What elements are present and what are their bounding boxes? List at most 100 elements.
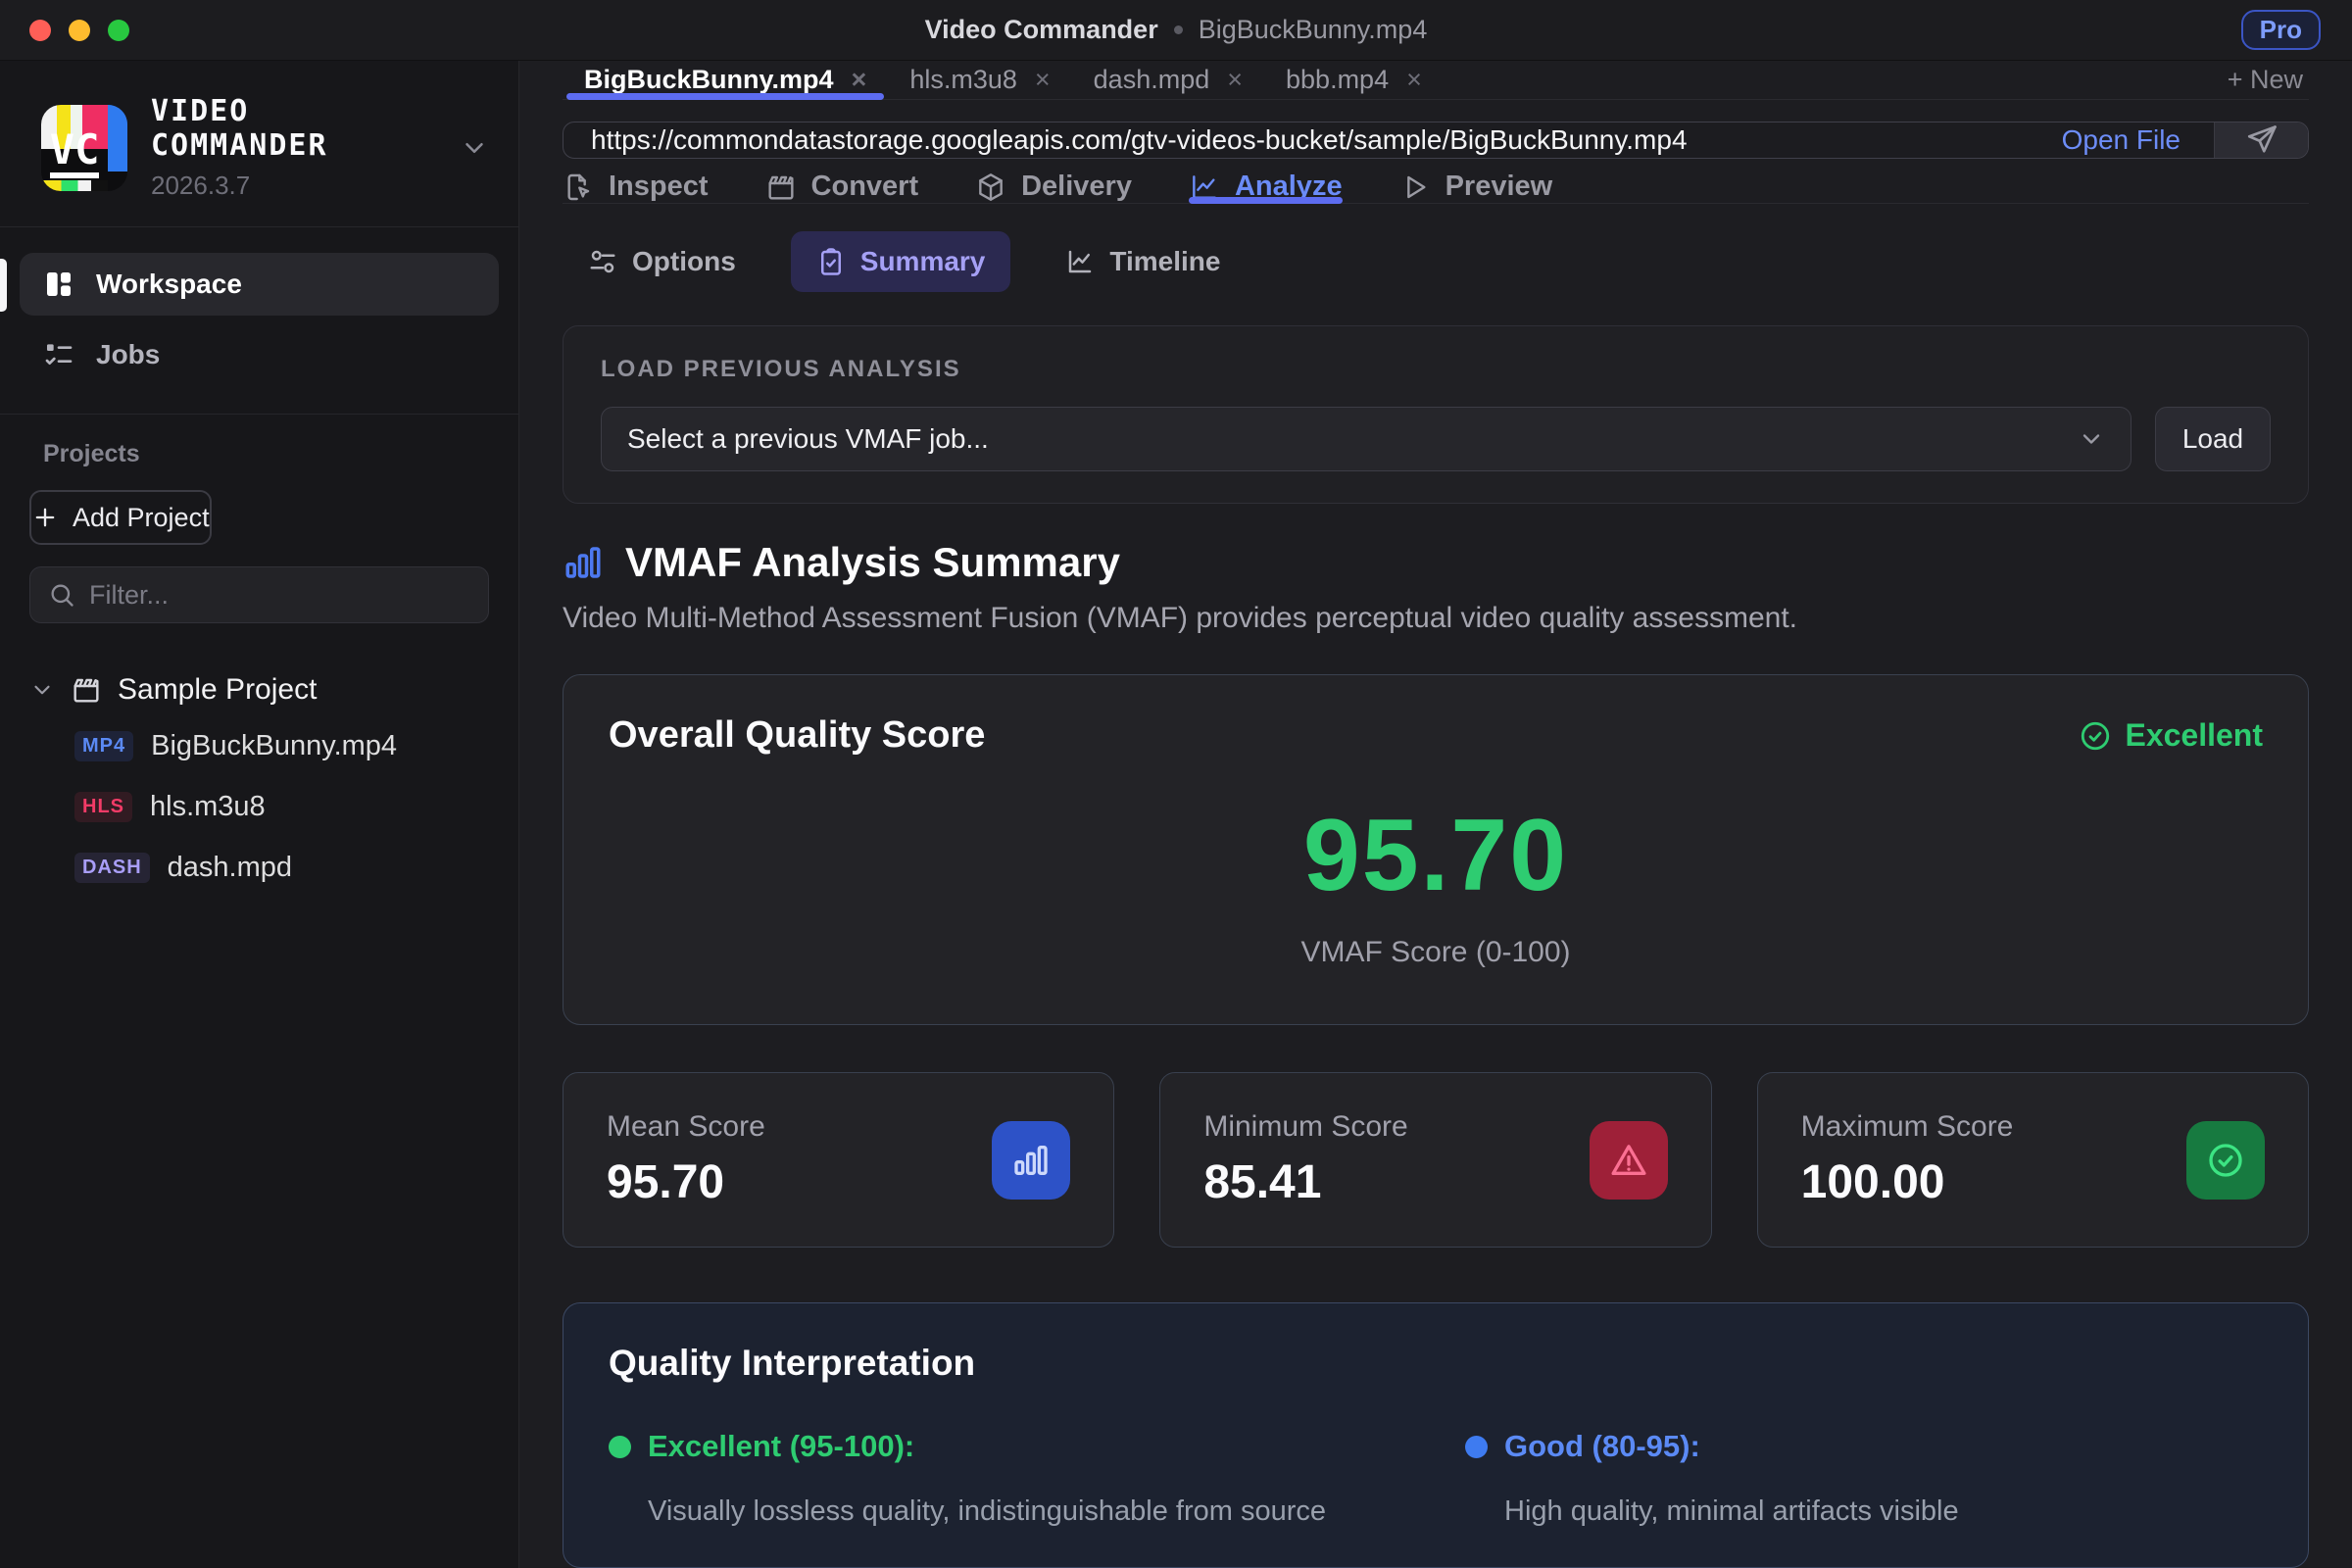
format-badge-hls: HLS [74, 792, 132, 822]
interpretation-item-good: Good (80-95): High quality, minimal arti… [1465, 1429, 2263, 1528]
dot-separator-icon [1174, 25, 1183, 34]
subtab-summary[interactable]: Summary [791, 231, 1011, 292]
close-tab-icon[interactable]: × [1227, 65, 1243, 95]
zoom-window-button[interactable] [108, 20, 129, 41]
vmaf-score-scale: VMAF Score (0-100) [609, 936, 2263, 969]
minimum-score-card: Minimum Score 85.41 [1159, 1072, 1711, 1248]
sidebar-item-jobs[interactable]: Jobs [20, 323, 499, 386]
tab-label: Delivery [1021, 171, 1132, 203]
sidebar-nav: Workspace Jobs [0, 227, 518, 392]
source-url-row: Open File [563, 122, 2309, 159]
tab-inspect[interactable]: Inspect [563, 171, 709, 203]
window-controls [29, 20, 129, 41]
clapperboard-icon [71, 674, 102, 706]
source-url-input[interactable] [564, 122, 2029, 158]
subtab-timeline[interactable]: Timeline [1040, 231, 1246, 292]
project-file[interactable]: MP4 BigBuckBunny.mp4 [29, 715, 489, 776]
close-tab-icon[interactable]: × [1406, 65, 1422, 95]
workspace-layout-icon [43, 269, 74, 300]
subtab-options[interactable]: Options [563, 231, 761, 292]
quality-badge: Excellent [2079, 717, 2263, 754]
projects-section-label: Projects [0, 415, 518, 468]
chevron-down-icon[interactable] [460, 133, 489, 163]
tab-delivery[interactable]: Delivery [975, 171, 1132, 203]
stat-value: 85.41 [1203, 1155, 1407, 1209]
doc-tab-label: hls.m3u8 [909, 65, 1017, 95]
interpretation-item-excellent: Excellent (95-100): Visually lossless qu… [609, 1429, 1406, 1528]
tab-label: Analyze [1235, 171, 1343, 203]
project-name: Sample Project [118, 673, 317, 707]
format-badge-dash: DASH [74, 853, 150, 883]
project-file[interactable]: DASH dash.mpd [29, 837, 489, 898]
main-panel: BigBuckBunny.mp4 × hls.m3u8 × dash.mpd ×… [519, 61, 2352, 1568]
file-name: dash.mpd [168, 852, 292, 884]
tab-convert[interactable]: Convert [765, 171, 919, 203]
doc-tab-hls[interactable]: hls.m3u8 × [888, 61, 1071, 99]
app-logo-row[interactable]: VC VIDEO COMMANDER 2026.3.7 [0, 61, 518, 226]
doc-tab-dash[interactable]: dash.mpd × [1072, 61, 1264, 99]
chevron-down-icon[interactable] [29, 677, 55, 703]
project-node[interactable]: Sample Project [29, 664, 489, 715]
sidebar-item-label: Workspace [96, 269, 242, 300]
chart-line-icon [1065, 247, 1095, 276]
subtab-label: Options [632, 246, 736, 277]
doc-tab-bigbuckbunny[interactable]: BigBuckBunny.mp4 × [563, 61, 888, 99]
close-tab-icon[interactable]: × [852, 65, 867, 95]
stat-value: 95.70 [607, 1155, 765, 1209]
filter-input[interactable] [89, 580, 470, 611]
doc-tab-bbb[interactable]: bbb.mp4 × [1264, 61, 1444, 99]
clipboard-check-icon [816, 247, 846, 276]
close-window-button[interactable] [29, 20, 51, 41]
logo-monogram: VC [50, 129, 100, 178]
package-icon [975, 172, 1006, 203]
open-file-button[interactable]: Open File [2029, 122, 2214, 158]
overall-quality-card: Overall Quality Score Excellent 95.70 VM… [563, 674, 2309, 1025]
tab-label: Convert [811, 171, 919, 203]
stat-label: Maximum Score [1801, 1110, 2014, 1144]
play-icon [1399, 172, 1431, 203]
warning-triangle-icon [1590, 1121, 1668, 1200]
maximum-score-card: Maximum Score 100.00 [1757, 1072, 2309, 1248]
feature-tabbar: Inspect Convert Delivery Analyze [563, 171, 2309, 204]
send-icon [2244, 122, 2279, 158]
document-title: BigBuckBunny.mp4 [1199, 15, 1428, 45]
load-button[interactable]: Load [2155, 407, 2271, 471]
add-project-label: Add Project [73, 503, 210, 533]
app-name: VIDEO COMMANDER [151, 94, 436, 163]
quality-badge-label: Excellent [2125, 717, 2263, 754]
stat-label: Mean Score [607, 1110, 765, 1144]
search-icon [48, 581, 75, 609]
doc-tab-label: dash.mpd [1094, 65, 1210, 95]
project-filter[interactable] [29, 566, 489, 623]
clapperboard-icon [765, 172, 797, 203]
logo-blue-column [108, 105, 127, 172]
subtab-label: Timeline [1109, 246, 1220, 277]
section-title: VMAF Analysis Summary [625, 539, 1120, 586]
close-tab-icon[interactable]: × [1035, 65, 1051, 95]
sidebar-item-workspace[interactable]: Workspace [20, 253, 499, 316]
load-url-button[interactable] [2214, 122, 2308, 158]
interpretation-range-label: Excellent (95-100): [648, 1429, 914, 1464]
app-identity: VIDEO COMMANDER 2026.3.7 [151, 94, 436, 201]
add-project-button[interactable]: Add Project [29, 490, 212, 545]
check-circle-icon [2079, 719, 2112, 753]
tab-label: Inspect [609, 171, 709, 203]
select-placeholder: Select a previous VMAF job... [627, 423, 989, 455]
jobs-checklist-icon [43, 339, 74, 370]
bar-chart-icon [992, 1121, 1070, 1200]
tab-analyze[interactable]: Analyze [1189, 171, 1343, 203]
overall-card-title: Overall Quality Score [609, 714, 985, 757]
section-description: Video Multi-Method Assessment Fusion (VM… [563, 602, 2309, 635]
minimize-window-button[interactable] [69, 20, 90, 41]
new-tab-button[interactable]: + New [2228, 65, 2309, 95]
quality-interpretation-card: Quality Interpretation Excellent (95-100… [563, 1302, 2309, 1568]
check-circle-icon [2186, 1121, 2265, 1200]
load-previous-analysis-panel: LOAD PREVIOUS ANALYSIS Select a previous… [563, 325, 2309, 504]
project-file[interactable]: HLS hls.m3u8 [29, 776, 489, 837]
logo-bottom-stripes [41, 180, 108, 191]
interpretation-description: High quality, minimal artifacts visible [1465, 1495, 2263, 1528]
previous-job-select[interactable]: Select a previous VMAF job... [601, 407, 2132, 471]
vmaf-score-value: 95.70 [609, 798, 2263, 914]
app-version: 2026.3.7 [151, 171, 436, 201]
tab-preview[interactable]: Preview [1399, 171, 1553, 203]
